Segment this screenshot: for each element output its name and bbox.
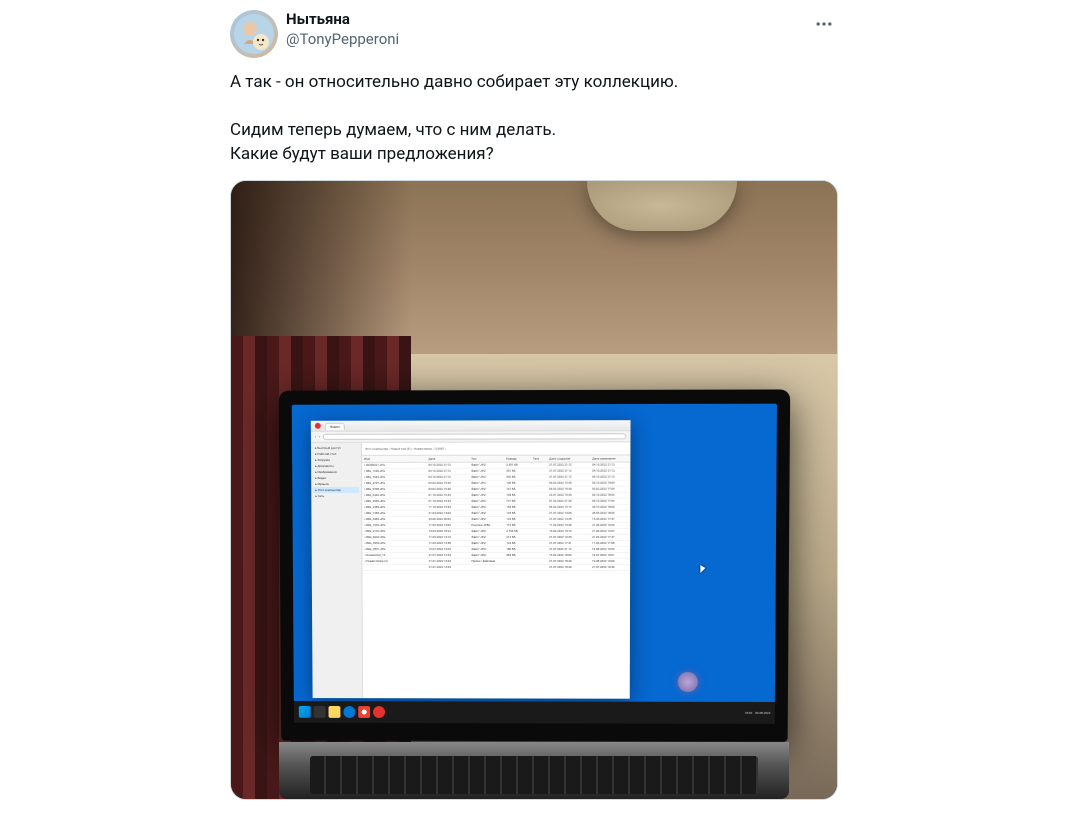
tweet-media[interactable]: Яндекс ‹ › ▸ Быстрый доступ▸ Рабочий сто… [230,180,838,800]
column-header[interactable]: Тип [470,457,505,461]
ellipsis-icon [814,14,834,34]
explorer-path[interactable]: Этот компьютер › Новый том (E:) › Новая … [362,443,631,456]
explorer-main: Этот компьютер › Новый том (E:) › Новая … [362,443,631,699]
user-names: Нытьяна @TonyPepperoni [286,10,399,49]
taskbar-search-icon[interactable] [314,706,326,718]
taskbar-explorer-icon[interactable] [329,706,341,718]
back-icon[interactable]: ‹ [315,435,316,439]
photo-scene: Яндекс ‹ › ▸ Быстрый доступ▸ Рабочий сто… [231,181,837,799]
column-header[interactable]: Размер [505,457,532,461]
avatar[interactable] [230,10,278,58]
taskbar-edge-icon[interactable] [343,706,355,718]
taskbar-yandex-icon[interactable] [373,706,385,718]
taskbar-chrome-icon[interactable] [358,706,370,718]
browser-window: Яндекс ‹ › ▸ Быстрый доступ▸ Рабочий сто… [311,420,631,698]
start-button[interactable] [299,706,311,718]
browser-tab[interactable]: Яндекс [325,422,345,429]
file-explorer-window: ▸ Быстрый доступ▸ Рабочий стол▸ Загрузки… [311,443,631,699]
column-header[interactable]: Имя [363,457,427,461]
laptop-screen: Яндекс ‹ › ▸ Быстрый доступ▸ Рабочий сто… [292,404,778,724]
avatar-image-icon [234,14,274,54]
tweet-text: А так - он относительно давно собирает э… [230,70,838,166]
tweet-header: Нытьяна @TonyPepperoni [230,10,838,58]
ceiling-lamp [587,181,737,231]
more-button[interactable] [810,10,838,42]
display-name[interactable]: Нытьяна [286,10,399,30]
yandex-logo-icon [315,423,321,429]
forward-icon[interactable]: › [319,435,320,439]
laptop-bezel: Яндекс ‹ › ▸ Быстрый доступ▸ Рабочий сто… [279,390,791,742]
mouse-cursor-icon [700,565,708,577]
column-header[interactable]: Теги [531,457,547,461]
alice-assistant-icon[interactable] [678,672,698,692]
tray-time: 18:45 [745,711,753,715]
laptop-keyboard [310,756,758,794]
tray-date: 09.08.2023 [756,711,771,715]
column-header[interactable]: Дата изменения [591,457,631,461]
browser-toolbar: ‹ › [311,431,631,443]
explorer-sidebar: ▸ Быстрый доступ▸ Рабочий стол▸ Загрузки… [311,443,363,698]
explorer-file-list: ▪ 20200221.JPG04.10.2022 21:12Файл "JPG"… [363,463,632,699]
column-header[interactable]: Дата [427,457,470,461]
column-header[interactable]: Дата создания [548,457,591,461]
browser-tabbar: Яндекс [311,420,631,432]
tweet-container: Нытьяна @TonyPepperoni А так - он относи… [214,10,854,800]
address-bar[interactable] [323,434,627,441]
file-row[interactable]: 21.01.2022 13:3421.07.2022 18:4021.07.20… [363,565,631,571]
windows-taskbar: 18:45 09.08.2023 [294,701,776,724]
sidebar-item[interactable]: ▸ Сеть [314,493,360,499]
laptop-base [279,742,788,799]
system-tray[interactable]: 18:45 09.08.2023 [745,711,771,715]
laptop: Яндекс ‹ › ▸ Быстрый доступ▸ Рабочий сто… [279,391,788,799]
user-handle[interactable]: @TonyPepperoni [286,30,399,50]
